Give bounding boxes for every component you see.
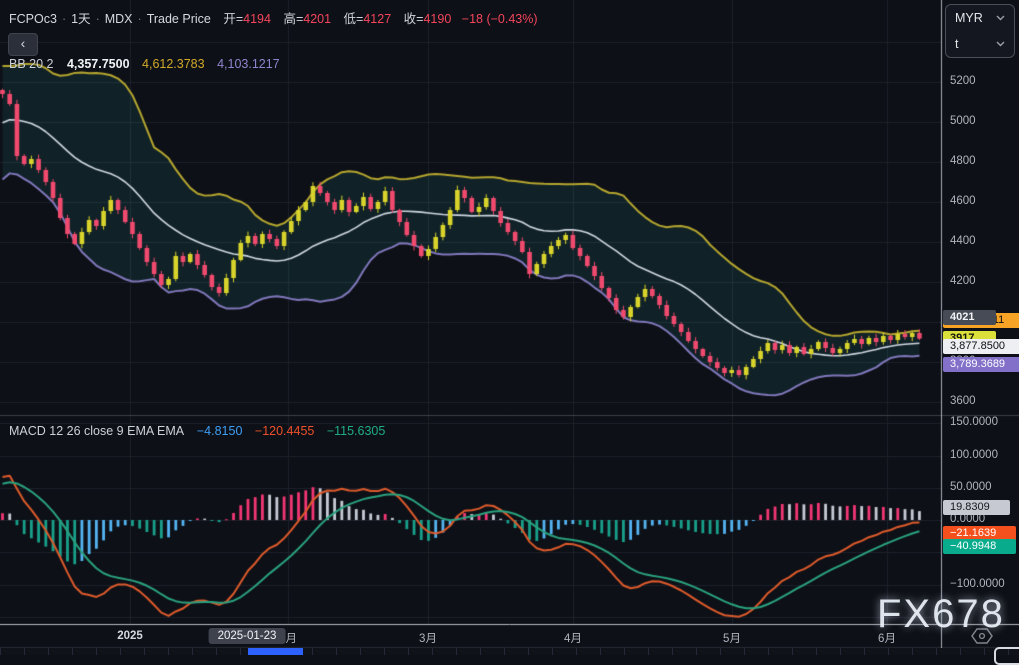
currency-select[interactable]: MYR [946,5,1014,31]
price-axis-tick: 4800 [950,155,976,167]
macd-signal-value-label: −40.9948 [943,539,1016,554]
bb-legend[interactable]: BB 20 2 4,357.7500 4,612.3783 4,103.1217 [9,57,280,71]
chevron-down-icon [996,15,1005,21]
bb-lower-value: 4,103.1217 [217,57,280,71]
price-and-macd-chart-canvas[interactable] [0,0,1019,655]
hexagon-source-icon[interactable] [969,627,995,645]
exchange: MDX [105,12,133,26]
bottom-minimap-strip[interactable] [0,648,1019,655]
chevron-left-icon: ‹ [21,35,26,51]
close-value: 4190 [423,12,451,26]
price-axis-tick: 4200 [950,275,976,287]
open-value: 4194 [243,12,271,26]
crosshair-date-label: 2025-01-23 [209,628,286,644]
macd-axis-tick: 0.0000 [950,513,985,525]
time-axis-tick: 3月 [419,630,437,646]
trading-chart-app: { "header": { "symbol": "FCPOc3", "dot":… [0,0,1019,655]
symbol-name[interactable]: FCPOc3 [9,12,57,26]
low-value: 4127 [363,12,391,26]
bb-basis-value: 4,357.7500 [67,57,130,71]
low-label: 低= [344,12,364,26]
minimap-selection-bar[interactable] [248,648,303,655]
macd-axis-tick: 150.0000 [950,416,998,428]
high-value: 4201 [303,12,331,26]
unit-select[interactable]: t [946,31,1014,57]
unit-value: t [955,37,958,51]
price-axis-tick: 5200 [950,75,976,87]
back-button[interactable]: ‹ [8,33,38,56]
close-label: 收= [404,12,424,26]
macd-legend[interactable]: MACD 12 26 close 9 EMA EMA −4.8150 −120.… [9,424,385,438]
bb-legend-title: BB 20 2 [9,57,53,71]
symbol-header: FCPOc3·1天·MDX·Trade Price 开=4194 高=4201 … [9,8,538,27]
scale-unit-selector: MYR t [945,4,1015,58]
price-axis-tick: 3600 [950,395,976,407]
macd-signal-value: −115.6305 [327,424,386,438]
series-type: Trade Price [147,12,211,26]
clipped-panel-icon [994,647,1019,665]
bb-basis-price-label: 3,877.8500 [943,339,1019,354]
high-label: 高= [283,12,303,26]
time-axis-tick: 5月 [723,630,741,646]
time-axis-tick: 6月 [878,630,896,646]
macd-hist-value: −4.8150 [197,424,243,438]
open-label: 开= [223,12,243,26]
bb-upper-value: 4,612.3783 [142,57,205,71]
separator-dot: · [62,12,66,26]
interval[interactable]: 1天 [71,12,90,26]
time-axis-tick: 2025 [117,630,143,642]
macd-axis-tick: 50.0000 [950,481,992,493]
separator-dot: · [138,12,142,26]
price-axis-tick: 5000 [950,115,976,127]
macd-hist-value-label: 19.8309 [943,500,1010,515]
macd-line-value: −120.4455 [255,424,314,438]
macd-axis-tick: −100.0000 [950,578,1005,590]
bb-lower-price-label: 3,789.3689 [943,357,1019,372]
chevron-down-icon [996,41,1005,47]
change-value: −18 (−0.43%) [462,12,538,26]
macd-legend-title: MACD 12 26 close 9 EMA EMA [9,424,183,438]
time-axis-tick: 4月 [564,630,582,646]
price-axis-tick: 4600 [950,195,976,207]
currency-value: MYR [955,11,983,25]
price-axis-tick: 4400 [950,235,976,247]
crosshair-price-label: 4021 [943,310,996,325]
macd-axis-tick: 100.0000 [950,449,998,461]
separator-dot: · [96,12,100,26]
